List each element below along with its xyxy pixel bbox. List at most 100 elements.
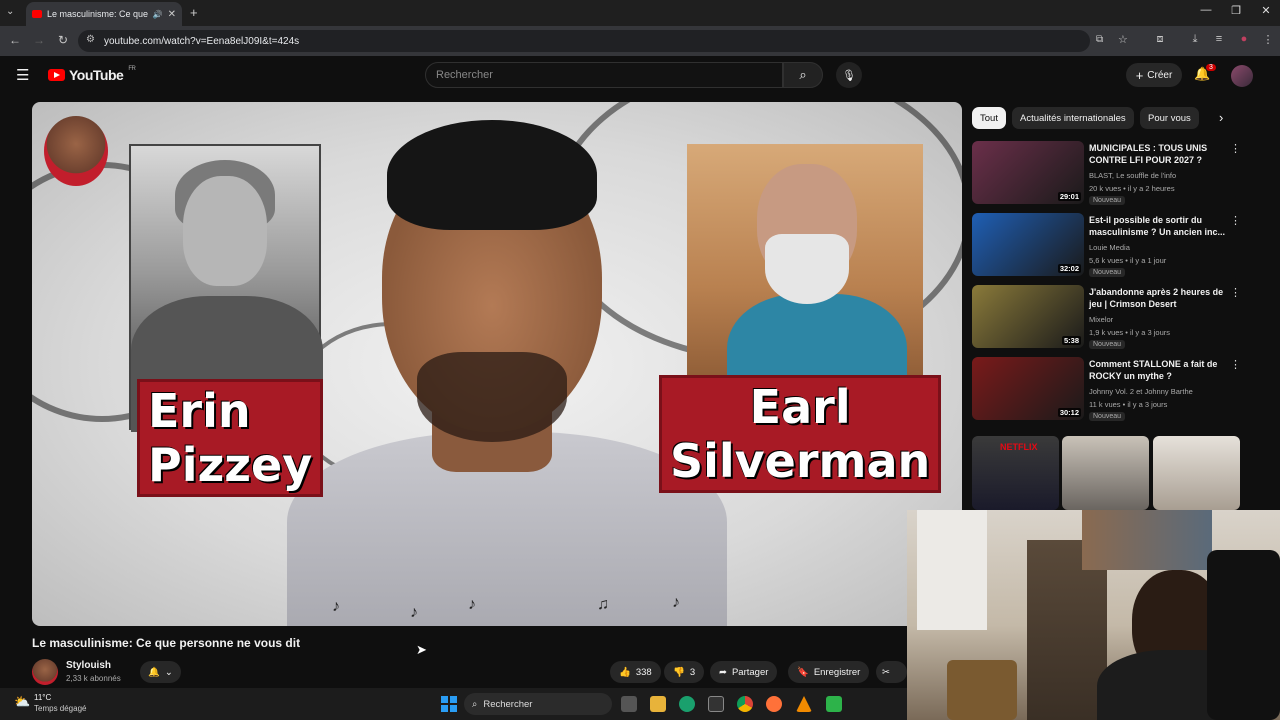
- chip-all[interactable]: Tout: [972, 107, 1006, 129]
- video-player[interactable]: ♪ ♪ ♪ ♫ ♪ Erin Pizzey Earl Silverman: [32, 102, 962, 626]
- bookmark-star-icon[interactable]: ☆: [1118, 33, 1128, 46]
- forward-icon[interactable]: →: [30, 33, 48, 47]
- recommendation-title[interactable]: Comment STALLONE a fait de ROCKY un myth…: [1089, 358, 1229, 382]
- file-explorer-icon[interactable]: [650, 696, 666, 712]
- more-options-icon[interactable]: ⋮: [1230, 142, 1241, 155]
- new-badge: Nouveau: [1089, 268, 1126, 277]
- more-options-icon[interactable]: ⋮: [1230, 286, 1241, 299]
- vlc-icon[interactable]: [796, 696, 812, 712]
- like-button[interactable]: 👍 338: [610, 661, 661, 683]
- youtube-logo[interactable]: YouTube FR: [48, 66, 136, 83]
- recommendation-title[interactable]: J'abandonne après 2 heures de jeu | Crim…: [1089, 286, 1229, 310]
- account-avatar[interactable]: [1231, 65, 1253, 87]
- store-icon[interactable]: [708, 696, 724, 712]
- search-button[interactable]: ⌕: [783, 62, 823, 88]
- voice-search-button[interactable]: 🎙: [836, 62, 862, 88]
- recommendation-thumbnail[interactable]: 32:02: [972, 213, 1084, 276]
- address-bar[interactable]: ⚙ youtube.com/watch?v=Eena8elJ09I&t=424s…: [78, 30, 1128, 52]
- chrome-icon[interactable]: [737, 696, 753, 712]
- video-duration: 29:01: [1057, 192, 1081, 201]
- microphone-icon: 🎙: [842, 69, 856, 82]
- recommendation-thumbnail[interactable]: 30:12: [972, 357, 1084, 420]
- chips-next-icon[interactable]: ›: [1219, 110, 1223, 125]
- short-thumbnail[interactable]: [1153, 436, 1240, 510]
- recommendation-channel[interactable]: Louie Media: [1089, 242, 1130, 253]
- tab-search-dropdown-icon[interactable]: ⌄: [6, 6, 14, 17]
- close-tab-icon[interactable]: ✕: [168, 9, 176, 20]
- music-note-icon: ♪: [468, 596, 476, 613]
- channel-avatar[interactable]: [32, 659, 58, 685]
- browser-tab-strip: ⌄ Le masculinisme: Ce que pe 🔊 ✕ + — ❐ ✕: [0, 0, 1280, 26]
- short-thumbnail[interactable]: [1062, 436, 1149, 510]
- menu-icon[interactable]: ⋮: [1259, 33, 1277, 46]
- recommendation-meta: 11 k vues • il y a 3 jours: [1089, 400, 1168, 409]
- name-plate-right-line2: Silverman: [670, 434, 931, 488]
- app-icon[interactable]: [826, 696, 842, 712]
- firefox-icon[interactable]: [766, 696, 782, 712]
- youtube-play-icon: [48, 69, 65, 81]
- channel-name[interactable]: Stylouish: [66, 660, 111, 671]
- name-plate-right: Earl Silverman: [662, 378, 939, 490]
- windows-start-icon[interactable]: [441, 696, 457, 712]
- save-button[interactable]: 🔖 Enregistrer: [788, 661, 870, 683]
- music-note-icon: ♪: [672, 594, 680, 611]
- install-icon[interactable]: ⧉: [1096, 34, 1103, 45]
- maximize-icon[interactable]: ❐: [1224, 4, 1248, 17]
- music-note-icon: ♪: [332, 598, 340, 615]
- channel-avatar-overlay: [44, 116, 108, 186]
- recommendation-channel[interactable]: BLAST, Le souffle de l'info: [1089, 170, 1176, 181]
- plus-icon: +: [1135, 67, 1144, 83]
- clip-button[interactable]: ✂: [876, 661, 907, 683]
- recommendation-title[interactable]: Est-il possible de sortir du masculinism…: [1089, 214, 1229, 238]
- audio-icon[interactable]: 🔊: [153, 10, 163, 19]
- browser-tab[interactable]: Le masculinisme: Ce que pe 🔊 ✕: [26, 2, 182, 26]
- name-plate-left-line2: Pizzey: [148, 438, 313, 492]
- country-code: FR: [128, 66, 136, 72]
- create-button[interactable]: + Créer: [1126, 63, 1182, 87]
- more-options-icon[interactable]: ⋮: [1230, 214, 1241, 227]
- youtube-wordmark: YouTube: [69, 67, 124, 83]
- download-icon[interactable]: ⤓: [1186, 33, 1204, 46]
- close-window-icon[interactable]: ✕: [1254, 4, 1278, 17]
- share-button[interactable]: ➦ Partager: [710, 661, 778, 683]
- recommendation-thumbnail[interactable]: 5:38: [972, 285, 1084, 348]
- recommendation-meta: 1,9 k vues • il y a 3 jours: [1089, 328, 1170, 337]
- webcam-overlay: [907, 510, 1280, 720]
- video-duration: 30:12: [1057, 408, 1081, 417]
- extensions-icon[interactable]: ⧈: [1151, 33, 1169, 46]
- music-note-icon: ♪: [410, 604, 418, 621]
- back-icon[interactable]: ←: [6, 33, 24, 47]
- profile-icon[interactable]: ●: [1235, 33, 1253, 45]
- name-plate-left-line1: Erin: [148, 384, 251, 438]
- weather-icon: ⛅: [14, 694, 31, 709]
- url-text: youtube.com/watch?v=Eena8elJ09I&t=424s: [104, 35, 300, 47]
- scissors-icon: ✂: [882, 666, 890, 678]
- subscription-bell-button[interactable]: 🔔 ⌄: [140, 661, 181, 683]
- minimize-icon[interactable]: —: [1194, 4, 1218, 16]
- new-tab-icon[interactable]: +: [190, 5, 198, 20]
- edge-browser-icon[interactable]: [679, 696, 695, 712]
- site-info-icon[interactable]: ⚙: [86, 34, 95, 45]
- video-duration: 5:38: [1061, 336, 1081, 345]
- chip-international-news[interactable]: Actualités internationales: [1012, 107, 1134, 129]
- reload-icon[interactable]: ↻: [54, 33, 72, 47]
- search-input[interactable]: Rechercher: [425, 62, 783, 88]
- recommendation-thumbnail[interactable]: 29:01: [972, 141, 1084, 204]
- youtube-favicon-icon: [32, 10, 42, 18]
- hamburger-menu-icon[interactable]: ☰: [16, 66, 29, 84]
- taskbar-search[interactable]: ⌕ Rechercher: [464, 693, 612, 715]
- media-icon[interactable]: ≡: [1210, 33, 1228, 45]
- dislike-button[interactable]: 👎 3: [664, 661, 705, 683]
- more-options-icon[interactable]: ⋮: [1230, 358, 1241, 371]
- thumbs-down-icon: 👎: [673, 666, 685, 678]
- browser-toolbar: ← → ↻ ⚙ youtube.com/watch?v=Eena8elJ09I&…: [0, 26, 1280, 56]
- recommendation-channel[interactable]: Mixelor: [1089, 314, 1113, 325]
- chip-for-you[interactable]: Pour vous: [1140, 107, 1199, 129]
- task-view-icon[interactable]: [621, 696, 637, 712]
- search-placeholder: Rechercher: [436, 69, 493, 81]
- short-thumbnail[interactable]: NETFLIX: [972, 436, 1059, 510]
- new-badge: Nouveau: [1089, 340, 1126, 349]
- recommendation-channel[interactable]: Johnny Vol. 2 et Johnny Barthe: [1089, 386, 1193, 397]
- desk-items: [947, 660, 1017, 720]
- recommendation-title[interactable]: MUNICIPALES : TOUS UNIS CONTRE LFI POUR …: [1089, 142, 1229, 166]
